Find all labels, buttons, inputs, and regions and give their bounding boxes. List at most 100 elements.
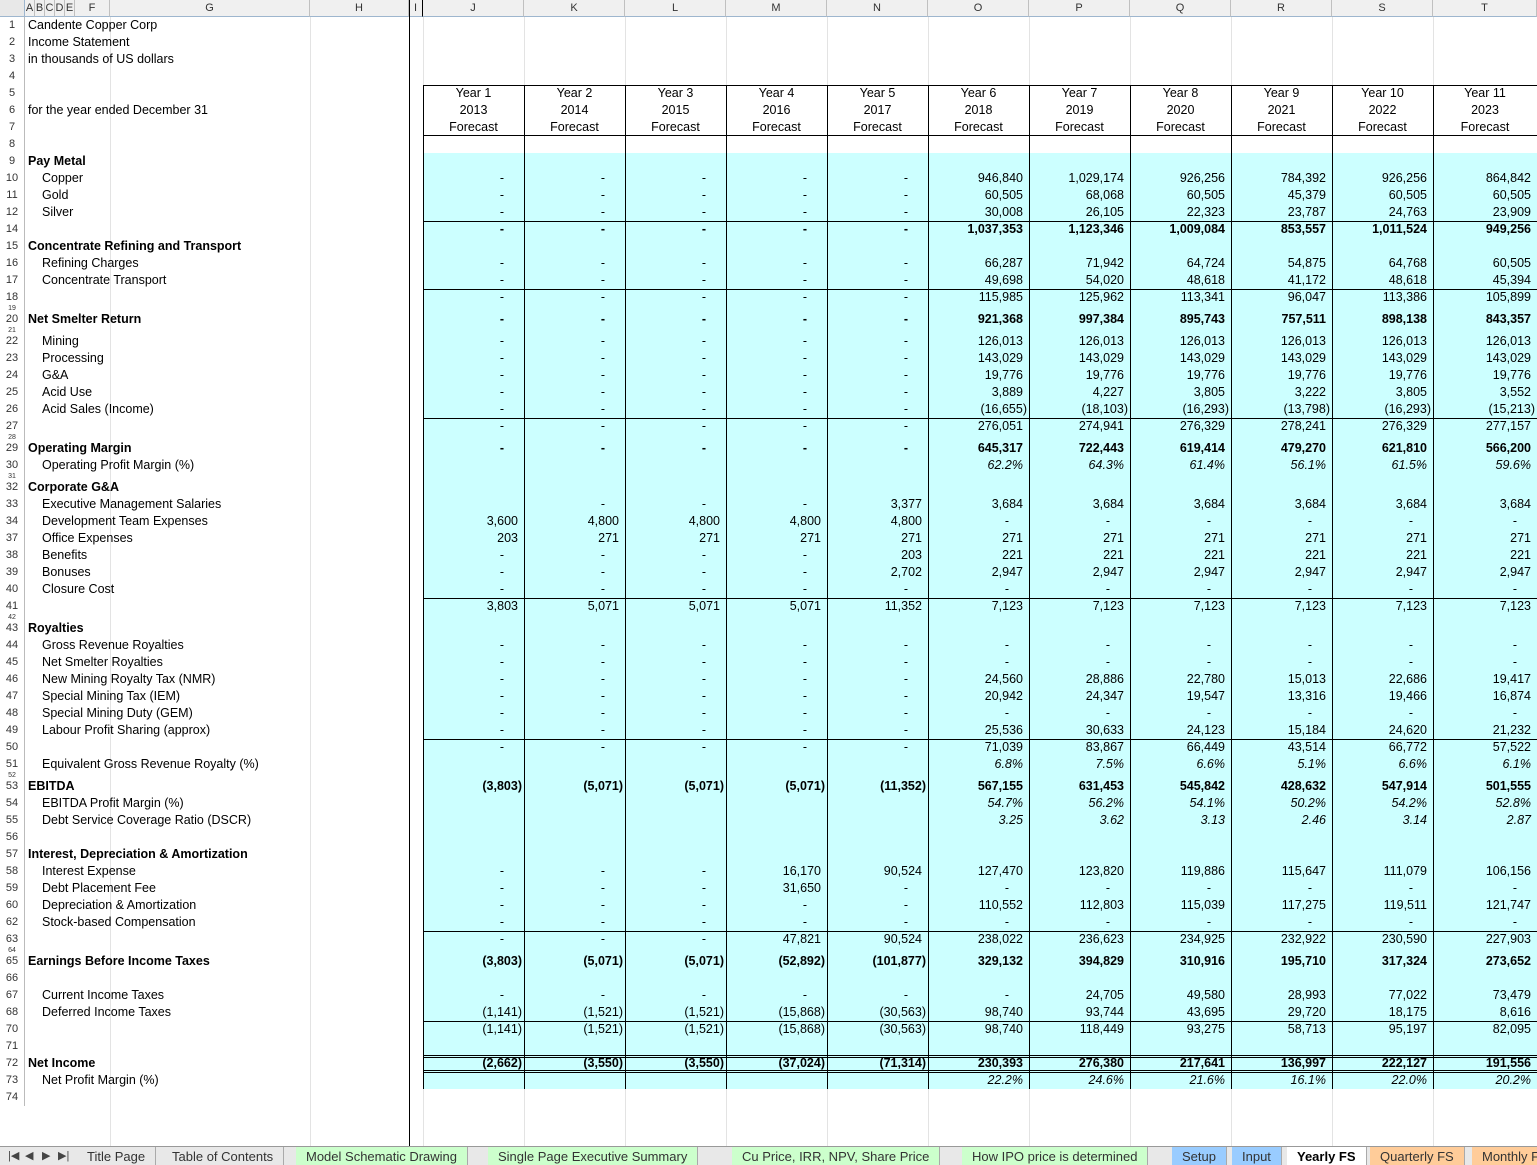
value-cell[interactable]: - [625,311,706,328]
value-cell[interactable]: 19,547 [1130,688,1225,705]
row-header-7[interactable]: 7 [0,119,25,136]
value-cell[interactable]: 19,776 [1231,367,1326,384]
sheet-tab-how-ipo-price-is-determined[interactable]: How IPO price is determined [962,1147,1149,1165]
value-cell[interactable]: - [1029,914,1110,931]
value-cell[interactable]: 203 [423,530,518,547]
row-header-10[interactable]: 10 [0,170,25,187]
value-cell[interactable]: - [726,440,807,457]
value-cell[interactable]: 3,684 [1029,496,1124,513]
column-header-m[interactable]: M [726,0,827,17]
value-cell[interactable]: - [524,384,605,401]
row-header-57[interactable]: 57 [0,846,25,863]
value-cell[interactable]: 1,029,174 [1029,170,1124,187]
value-cell[interactable]: 5,071 [524,598,619,615]
value-cell[interactable]: 30,633 [1029,722,1124,739]
value-cell[interactable]: - [423,418,504,435]
value-cell[interactable]: - [1231,513,1312,530]
value-cell[interactable]: - [625,401,706,418]
value-cell[interactable]: (15,213) [1433,401,1535,418]
sheet-tab-input[interactable]: Input [1232,1147,1282,1165]
value-cell[interactable]: 310,916 [1130,953,1225,970]
value-cell[interactable]: - [524,418,605,435]
value-cell[interactable]: 271 [1130,530,1225,547]
value-cell[interactable]: 3,805 [1130,384,1225,401]
value-cell[interactable]: 278,241 [1231,418,1326,435]
value-cell[interactable]: - [726,671,807,688]
row-header-50[interactable]: 50 [0,739,25,756]
value-cell[interactable]: - [423,204,504,221]
value-cell[interactable]: - [827,221,908,238]
value-cell[interactable]: 4,800 [827,513,922,530]
value-cell[interactable]: - [625,581,706,598]
value-cell[interactable]: - [827,333,908,350]
value-cell[interactable]: 19,417 [1433,671,1531,688]
value-cell[interactable]: - [1029,637,1110,654]
row-header-66[interactable]: 66 [0,970,25,987]
row-header-72[interactable]: 72 [0,1055,25,1072]
sheet-tab-single-page-executive-summary[interactable]: Single Page Executive Summary [488,1147,699,1165]
value-cell[interactable]: - [827,722,908,739]
row-header-37[interactable]: 37 [0,530,25,547]
value-cell[interactable]: (15,868) [726,1004,825,1021]
value-cell[interactable]: 16,170 [726,863,821,880]
value-cell[interactable]: 234,925 [1130,931,1225,948]
value-cell[interactable]: 26,105 [1029,204,1124,221]
value-cell[interactable]: - [625,187,706,204]
value-cell[interactable]: 271 [1433,530,1531,547]
value-cell[interactable]: - [423,987,504,1004]
value-cell[interactable]: 232,922 [1231,931,1326,948]
value-cell[interactable]: - [1130,654,1211,671]
row-header-30[interactable]: 30 [0,457,25,474]
value-cell[interactable]: 83,867 [1029,739,1124,756]
value-cell[interactable]: - [625,914,706,931]
value-cell[interactable]: 96,047 [1231,289,1326,306]
value-cell[interactable]: 22,323 [1130,204,1225,221]
row-header-25[interactable]: 25 [0,384,25,401]
value-cell[interactable]: - [1029,705,1110,722]
value-cell[interactable]: 1,123,346 [1029,221,1124,238]
value-cell[interactable]: 60,505 [1433,255,1531,272]
value-cell[interactable]: 428,632 [1231,778,1326,795]
value-cell[interactable]: 66,287 [928,255,1023,272]
value-cell[interactable]: 106,156 [1433,863,1531,880]
value-cell[interactable]: - [524,204,605,221]
value-cell[interactable]: 105,899 [1433,289,1531,306]
value-cell[interactable]: - [726,418,807,435]
value-cell[interactable]: - [928,637,1009,654]
value-cell[interactable]: - [827,581,908,598]
value-cell[interactable]: - [524,897,605,914]
value-cell[interactable]: 54.1% [1130,795,1225,812]
value-cell[interactable]: - [524,401,605,418]
value-cell[interactable]: (71,314) [827,1055,926,1072]
value-cell[interactable]: (13,798) [1231,401,1330,418]
value-cell[interactable]: 16,874 [1433,688,1531,705]
last-sheet-icon[interactable]: ▶| [58,1148,69,1165]
value-cell[interactable]: - [625,564,706,581]
value-cell[interactable]: 479,270 [1231,440,1326,457]
value-cell[interactable]: - [1332,705,1413,722]
row-header-11[interactable]: 11 [0,187,25,204]
value-cell[interactable]: - [1332,513,1413,530]
value-cell[interactable]: 236,623 [1029,931,1124,948]
value-cell[interactable]: 2,702 [827,564,922,581]
row-header-44[interactable]: 44 [0,637,25,654]
value-cell[interactable]: - [524,170,605,187]
value-cell[interactable]: - [423,705,504,722]
row-header-9[interactable]: 9 [0,153,25,170]
value-cell[interactable]: - [423,654,504,671]
value-cell[interactable]: - [827,401,908,418]
value-cell[interactable]: - [726,654,807,671]
value-cell[interactable]: 143,029 [1433,350,1531,367]
value-cell[interactable]: - [423,897,504,914]
value-cell[interactable]: 3,552 [1433,384,1531,401]
value-cell[interactable]: - [1130,581,1211,598]
value-cell[interactable]: 24.6% [1029,1072,1124,1089]
column-header-a[interactable]: A [25,0,35,17]
value-cell[interactable]: 20,942 [928,688,1023,705]
value-cell[interactable]: - [423,547,504,564]
value-cell[interactable]: (30,563) [827,1021,926,1038]
value-cell[interactable]: 3,684 [1130,496,1225,513]
value-cell[interactable]: 28,886 [1029,671,1124,688]
value-cell[interactable]: - [1433,581,1517,598]
value-cell[interactable]: (16,655) [928,401,1027,418]
